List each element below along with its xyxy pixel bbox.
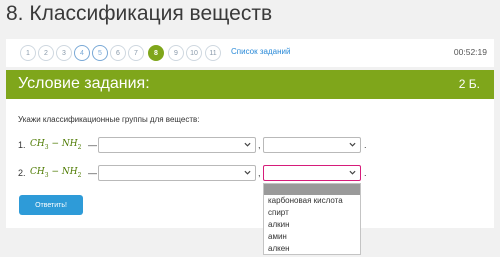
nav-item-5[interactable]: 5 <box>92 45 108 61</box>
row-2-end: . <box>364 168 367 178</box>
nav-item-9[interactable]: 9 <box>168 45 184 61</box>
row-2-select-1[interactable] <box>98 165 256 181</box>
dropdown-option-amine[interactable]: амин <box>268 232 287 241</box>
answer-button[interactable]: Ответить! <box>19 195 83 215</box>
nav-item-8-current[interactable]: 8 <box>148 45 164 61</box>
timer: 00:52:19 <box>453 47 487 57</box>
nav-item-2[interactable]: 2 <box>38 45 54 61</box>
dropdown-highlighted-empty-option[interactable] <box>264 184 360 195</box>
nav-item-11[interactable]: 11 <box>205 45 221 61</box>
nav-item-3[interactable]: 3 <box>56 45 72 61</box>
dropdown-option-alkyne[interactable]: алкин <box>268 220 290 229</box>
task-instruction: Укажи классификационные группы для вещес… <box>18 115 200 124</box>
row-1-separator: , <box>258 140 261 150</box>
task-navigation-bar: 1 2 3 4 5 6 7 8 9 10 11 Список заданий 0… <box>6 39 494 67</box>
row-1-select-2[interactable] <box>263 137 361 153</box>
row-1-select-1[interactable] <box>98 137 256 153</box>
page-title: 8. Классификация веществ <box>6 2 273 25</box>
chevron-down-icon <box>349 142 356 147</box>
row-1-dash: — <box>88 140 97 150</box>
nav-item-6[interactable]: 6 <box>110 45 126 61</box>
row-1-formula: CH3 − NH2 <box>30 139 82 151</box>
dropdown-option-carboxylic-acid[interactable]: карбоновая кислота <box>268 196 343 205</box>
chevron-down-icon <box>244 170 251 175</box>
task-points: 2 Б. <box>458 77 480 91</box>
dropdown-menu: карбоновая кислота спирт алкин амин алке… <box>263 183 361 255</box>
nav-item-7[interactable]: 7 <box>128 45 144 61</box>
row-2-number: 2. <box>18 168 26 178</box>
chevron-down-icon <box>244 142 251 147</box>
nav-item-10[interactable]: 10 <box>186 45 202 61</box>
row-2-dash: — <box>88 168 97 178</box>
task-condition-title: Условие задания: <box>18 75 150 92</box>
row-2-separator: , <box>258 168 261 178</box>
nav-item-1[interactable]: 1 <box>20 45 36 61</box>
row-2-formula: CH3 − NH2 <box>30 167 82 179</box>
dropdown-option-alkene[interactable]: алкен <box>268 244 290 253</box>
chevron-down-icon <box>349 170 356 175</box>
task-card-header: Условие задания: 2 Б. <box>6 70 494 99</box>
task-list-link[interactable]: Список заданий <box>231 47 290 56</box>
row-1-number: 1. <box>18 140 26 150</box>
row-2-select-2[interactable] <box>263 165 361 181</box>
row-1-end: . <box>364 140 367 150</box>
nav-item-4[interactable]: 4 <box>74 45 90 61</box>
dropdown-option-alcohol[interactable]: спирт <box>268 208 289 217</box>
